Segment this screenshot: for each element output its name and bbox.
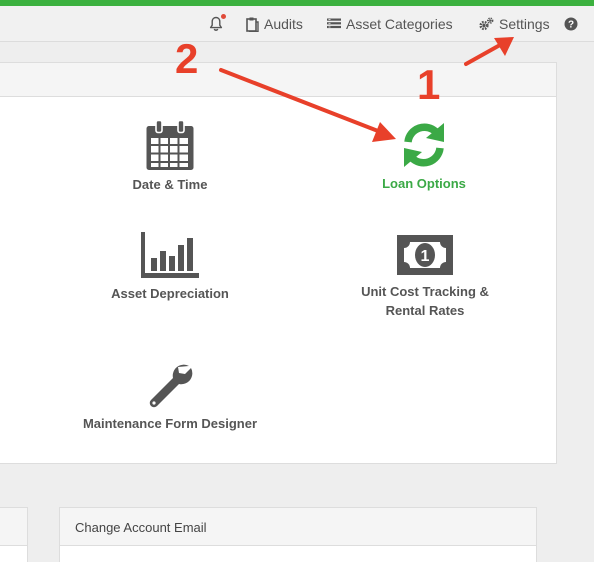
settings-panel-header [0,63,556,97]
annotation-step-2: 2 [175,35,199,82]
top-navigation: Audits Asset Categories Settings ? [0,6,594,42]
nav-asset-categories-label: Asset Categories [346,16,453,32]
left-card [0,507,28,562]
nav-audits[interactable]: Audits [246,6,303,42]
nav-settings-label: Settings [499,16,550,32]
tile-unit-cost-label-line2: Rental Rates [385,303,465,318]
notification-dot [221,14,226,19]
tile-date-time-label: Date & Time [132,177,208,192]
tile-asset-depreciation-label: Asset Depreciation [111,286,229,301]
tile-loan-options-label: Loan Options [382,176,466,191]
calendar-icon [100,120,240,171]
tile-asset-depreciation[interactable]: Asset Depreciation [90,232,250,303]
tile-unit-cost-tracking[interactable]: 1 Unit Cost Tracking & Rental Rates [340,234,510,320]
tile-unit-cost-label-line1: Unit Cost Tracking & [361,284,489,299]
money-bill-icon: 1 [340,234,510,276]
change-account-email-title: Change Account Email [60,508,536,546]
svg-text:1: 1 [421,248,430,265]
nav-audits-label: Audits [264,16,303,32]
wrench-icon [60,362,280,410]
tile-maintenance-form-designer-label: Maintenance Form Designer [82,416,258,431]
list-icon [327,18,341,30]
clipboard-icon [246,17,259,32]
refresh-icon [354,120,494,170]
help-glyph: ? [568,20,574,31]
bar-chart-icon [90,232,250,278]
tile-maintenance-form-designer[interactable]: Maintenance Form Designer [60,362,280,433]
question-circle-icon: ? [564,17,578,31]
tile-date-time[interactable]: Date & Time [100,120,240,194]
notifications-button[interactable] [209,6,226,42]
annotation-step-1: 1 [417,61,441,108]
left-card-header [0,508,27,546]
nav-asset-categories[interactable]: Asset Categories [327,6,453,42]
change-account-email-card: Change Account Email [59,507,537,562]
page-scrollbar-track [576,42,594,562]
nav-settings[interactable]: Settings [479,6,550,42]
help-button[interactable]: ? [564,6,578,42]
gears-icon [479,17,494,31]
tile-loan-options[interactable]: Loan Options [354,120,494,193]
